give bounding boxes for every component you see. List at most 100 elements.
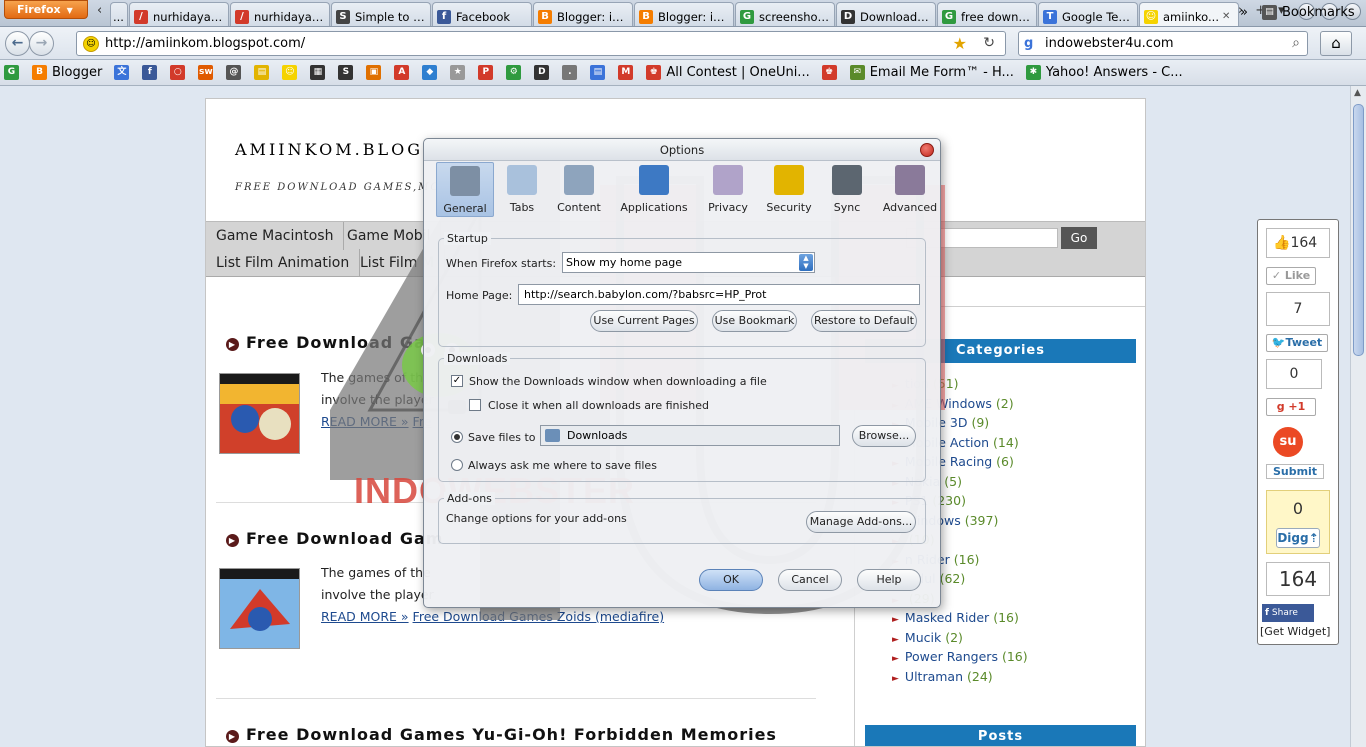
bookmark-item[interactable]: S	[338, 65, 358, 80]
browser-tab[interactable]: / nurhidayat...	[230, 2, 330, 26]
facebook-like-button[interactable]: ✓ Like	[1266, 267, 1316, 285]
browser-tab[interactable]: B Blogger: in...	[533, 2, 633, 26]
post-title[interactable]: ▶ Free Download Games Yu-Gi-Oh! Forbidden…	[226, 725, 777, 744]
tab-scroll-left-icon[interactable]: ‹	[97, 3, 102, 18]
dialog-close-button[interactable]	[920, 143, 934, 157]
close-when-done-checkbox[interactable]	[469, 399, 481, 411]
save-files-radio[interactable]	[451, 431, 463, 443]
pane-tab-tabs[interactable]: Tabs	[496, 162, 548, 217]
bookmark-star-icon[interactable]: ★	[953, 34, 967, 53]
gplus-button[interactable]: g +1	[1266, 398, 1316, 416]
download-folder-field[interactable]: Downloads	[540, 425, 840, 446]
bookmark-item[interactable]: @	[226, 65, 246, 80]
pane-tab-general[interactable]: General	[436, 162, 494, 217]
forward-button[interactable]: →	[29, 31, 54, 56]
post-thumbnail[interactable]	[219, 373, 300, 454]
bookmark-item[interactable]: P	[478, 65, 498, 80]
use-bookmark-button[interactable]: Use Bookmark	[712, 310, 797, 332]
read-more-link[interactable]: READ MORE »	[321, 414, 409, 429]
tweet-button[interactable]: 🐦Tweet	[1266, 334, 1328, 352]
scrollbar-thumb[interactable]	[1353, 104, 1364, 356]
bookmark-item[interactable]: ✱ Yahoo! Answers - C...	[1025, 65, 1183, 80]
browse-button[interactable]: Browse...	[852, 425, 916, 447]
blog-title[interactable]: AMIINKOM.BLOGS	[235, 140, 437, 159]
stumbleupon-submit-button[interactable]: Submit	[1266, 464, 1324, 479]
bookmark-item[interactable]: ✉ Email Me Form™ - H...	[849, 65, 1014, 80]
back-button[interactable]: ←	[5, 31, 30, 56]
facebook-share-button[interactable]: f Share	[1262, 604, 1314, 622]
bookmark-item[interactable]: sw	[198, 65, 218, 80]
bookmark-item[interactable]: G	[4, 65, 24, 80]
post-title[interactable]: ▶ Free Download Gam	[226, 529, 443, 548]
browser-tab[interactable]: ...	[110, 2, 128, 26]
ok-button[interactable]: OK	[699, 569, 763, 591]
pane-tab-applications[interactable]: Applications	[610, 162, 698, 217]
bookmarks-menu-button[interactable]: ▤ Bookmarks	[1262, 5, 1355, 20]
stumbleupon-icon[interactable]: su	[1273, 427, 1303, 457]
browser-tab[interactable]: S Simple to D...	[331, 2, 431, 26]
when-starts-select[interactable]: Show my home page ▲ ▼	[562, 252, 815, 273]
category-item[interactable]: ► Masked Rider (16)	[892, 610, 1019, 625]
bookmark-item[interactable]: 文	[114, 65, 134, 80]
pane-tab-content[interactable]: Content	[550, 162, 608, 217]
help-button[interactable]: Help	[857, 569, 921, 591]
search-engine-icon[interactable]: g	[1024, 36, 1033, 51]
cancel-button[interactable]: Cancel	[778, 569, 842, 591]
post-thumbnail[interactable]	[219, 568, 300, 649]
firefox-menu-button[interactable]: Firefox ▼	[4, 0, 88, 19]
bookmark-item[interactable]: ♚	[821, 65, 842, 80]
bookmark-item[interactable]: ★	[450, 65, 470, 80]
browser-tab[interactable]: B Blogger: in...	[634, 2, 734, 26]
browser-tab[interactable]: T Google Terj...	[1038, 2, 1138, 26]
bookmark-item[interactable]: f	[142, 65, 162, 80]
home-button[interactable]: ⌂	[1320, 31, 1352, 56]
blog-search-go-button[interactable]: Go	[1061, 227, 1097, 249]
manage-addons-button[interactable]: Manage Add-ons...	[806, 511, 916, 533]
bookmark-item[interactable]: D	[534, 65, 554, 80]
reload-icon[interactable]: ↻	[983, 35, 995, 51]
pane-tab-privacy[interactable]: Privacy	[700, 162, 756, 217]
get-widget-link[interactable]: [Get Widget]	[1260, 625, 1330, 638]
scroll-up-icon[interactable]: ▲	[1354, 88, 1361, 98]
browser-tab[interactable]: f Facebook	[432, 2, 532, 26]
menu-item-game-macintosh[interactable]: Game Macintosh	[206, 222, 345, 250]
browser-tab[interactable]: Gfree downl...	[937, 2, 1037, 26]
bookmarks-overflow-button[interactable]: »	[1240, 5, 1248, 20]
category-item[interactable]: ► Ultraman (24)	[892, 669, 993, 684]
menu-item-list-film-animation[interactable]: List Film Animation	[206, 249, 361, 277]
show-downloads-checkbox[interactable]: ✓	[451, 375, 463, 387]
vertical-scrollbar[interactable]: ▲	[1350, 86, 1366, 747]
pane-tab-sync[interactable]: Sync	[822, 162, 872, 217]
search-bar[interactable]: g indowebster4u.com ⌕	[1018, 31, 1308, 56]
bookmark-item[interactable]: ▣	[366, 65, 386, 80]
bookmark-item[interactable]: ☺	[282, 65, 302, 80]
digg-button[interactable]: Digg⇡	[1276, 528, 1320, 548]
close-tab-icon[interactable]: ✕	[1222, 11, 1230, 22]
browser-tab[interactable]: D Download F...	[836, 2, 936, 26]
restore-default-button[interactable]: Restore to Default	[811, 310, 917, 332]
bookmark-item[interactable]: ▤	[590, 65, 610, 80]
bookmark-item[interactable]: .	[562, 65, 582, 80]
category-item[interactable]: ► Mucik (2)	[892, 630, 963, 645]
browser-tab[interactable]: Gscreenshot...	[735, 2, 835, 26]
search-icon[interactable]: ⌕	[1292, 35, 1300, 51]
pane-tab-security[interactable]: Security	[758, 162, 820, 217]
post-title[interactable]: ▶ Free Download Gam	[226, 333, 443, 352]
url-bar[interactable]: ☺ http://amiinkom.blogspot.com/ ★ ↻	[76, 31, 1006, 56]
bookmark-item[interactable]: ◆	[422, 65, 442, 80]
bookmark-item[interactable]: ♚ All Contest | OneUni...	[646, 65, 810, 80]
bookmark-item[interactable]: M	[618, 65, 638, 80]
home-page-input[interactable]: http://search.babylon.com/?babsrc=HP_Pro…	[518, 284, 920, 305]
bookmark-item[interactable]: ▤	[254, 65, 274, 80]
always-ask-radio[interactable]	[451, 459, 463, 471]
bookmark-item[interactable]: B Blogger	[32, 65, 102, 80]
browser-tab[interactable]: / nurhidayat...	[129, 2, 229, 26]
bookmark-item[interactable]: A	[394, 65, 414, 80]
use-current-pages-button[interactable]: Use Current Pages	[590, 310, 698, 332]
category-item[interactable]: ► Power Rangers (16)	[892, 649, 1028, 664]
bookmark-item[interactable]: ○	[170, 65, 190, 80]
bookmark-item[interactable]: ▦	[310, 65, 330, 80]
pane-tab-advanced[interactable]: Advanced	[874, 162, 946, 217]
post-link[interactable]: Free Download Games Zoids (mediafire)	[413, 609, 665, 624]
bookmark-item[interactable]: ⚙	[506, 65, 526, 80]
